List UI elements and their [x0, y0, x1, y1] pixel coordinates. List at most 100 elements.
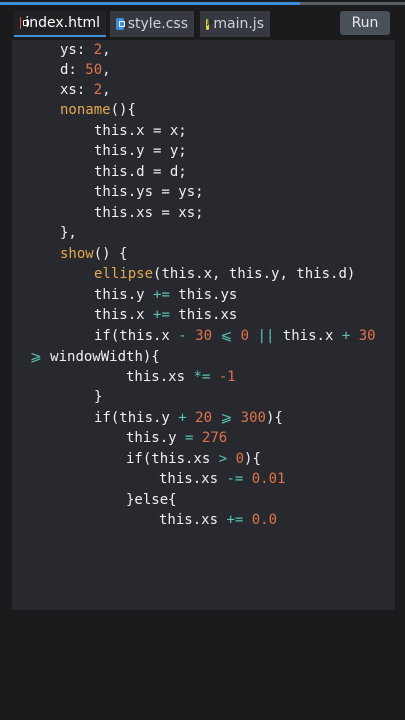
- code-line: this.y += this.ys: [94, 285, 237, 305]
- code-token: ||: [257, 328, 275, 344]
- code-line: ys: 2,: [60, 40, 111, 60]
- code-token: 20: [195, 410, 213, 426]
- code-token: }: [94, 389, 103, 405]
- code-token: 30: [358, 328, 376, 344]
- code-token: this.ys: [169, 287, 238, 303]
- tab-label: index.html: [25, 15, 100, 31]
- code-token: ,: [102, 82, 111, 98]
- code-token: (){: [110, 102, 136, 118]
- code-line: this.x += this.xs: [94, 305, 237, 325]
- code-line: this.xs *= -1: [126, 367, 236, 387]
- tab-main-js[interactable]: main.js: [200, 11, 270, 37]
- code-token: +=: [226, 512, 244, 528]
- code-token: this.y = y;: [94, 143, 187, 159]
- code-token: +: [341, 328, 351, 344]
- code-token: ,: [102, 62, 111, 78]
- code-token: 2: [93, 42, 103, 58]
- code-token: this.x: [94, 307, 154, 323]
- tab-label: style.css: [127, 16, 188, 32]
- code-token: this.x: [274, 328, 342, 344]
- code-token: +: [178, 410, 187, 426]
- code-line: },: [60, 223, 77, 243]
- code-token: ⩾: [220, 410, 233, 426]
- code-line: ellipse(this.x, this.y, this.d): [94, 264, 355, 284]
- code-token: 30: [195, 328, 213, 344]
- code-token: 300: [240, 410, 266, 426]
- code-token: ellipse: [94, 266, 154, 282]
- code-token: +=: [153, 307, 170, 323]
- tab-style-css[interactable]: style.css: [110, 11, 194, 37]
- code-line: this.xs = xs;: [94, 203, 204, 223]
- code-line: this.y = y;: [94, 141, 187, 161]
- code-token: show: [60, 246, 94, 262]
- code-token: this.xs: [159, 471, 227, 487]
- code-token: ys:: [60, 42, 94, 58]
- code-line: noname(){: [60, 100, 136, 120]
- code-line: if(this.y + 20 ⩾ 300){: [94, 408, 283, 428]
- code-token: *=: [193, 369, 211, 385]
- code-line: if(this.xs > 0){: [126, 449, 261, 469]
- code-token: 50: [85, 62, 103, 78]
- html-file-icon: [20, 17, 33, 29]
- code-token: -1: [218, 369, 236, 385]
- code-line: this.y = 276: [126, 428, 227, 448]
- code-line: this.ys = ys;: [94, 182, 204, 202]
- code-token: this.xs = xs;: [94, 205, 204, 221]
- code-token: 0.01: [251, 471, 286, 487]
- code-token: if(this.xs: [126, 451, 219, 467]
- code-token: this.y: [126, 430, 186, 446]
- code-line: show() {: [60, 244, 127, 264]
- code-content: ys: 2, d: 50, xs: 2, noname(){ this.x = …: [12, 40, 376, 528]
- tab-label: main.js: [213, 16, 264, 32]
- code-line: xs: 2,: [60, 80, 111, 100]
- code-token: 0: [235, 451, 245, 467]
- code-token: ){: [244, 451, 261, 467]
- code-token: windowWidth){: [41, 349, 160, 365]
- load-progress-bar: [0, 2, 300, 5]
- code-token: (this.x, this.y, this.d): [153, 266, 356, 282]
- code-token: 276: [201, 430, 228, 446]
- css-file-icon: [116, 18, 125, 30]
- code-token: this.xs: [169, 307, 238, 323]
- code-token: -: [178, 328, 187, 344]
- code-line: this.x = x;: [94, 121, 187, 141]
- code-token: ⩽: [220, 328, 233, 344]
- code-token: () {: [93, 246, 128, 262]
- code-line: ⩾ windowWidth){: [30, 347, 160, 367]
- code-token: noname: [60, 102, 111, 118]
- code-token: 0: [240, 328, 250, 344]
- code-line: if(this.x - 30 ⩽ 0 || this.x + 30: [94, 326, 376, 346]
- tab-index-html[interactable]: index.html: [14, 11, 106, 37]
- code-token: this.x = x;: [94, 123, 187, 139]
- code-token: >: [218, 451, 228, 467]
- code-token: d:: [60, 62, 86, 78]
- code-token: 2: [93, 82, 103, 98]
- code-line: this.xs += 0.0: [159, 510, 277, 530]
- code-token: +=: [153, 287, 170, 303]
- code-token: if(this.x: [94, 328, 179, 344]
- code-line: }: [94, 387, 102, 407]
- code-token: ⩾: [30, 349, 42, 365]
- code-token: }else{: [126, 492, 177, 508]
- run-button[interactable]: Run: [340, 11, 390, 35]
- code-token: this.d = d;: [94, 164, 187, 180]
- code-token: this.xs: [126, 369, 194, 385]
- load-progress-track: [300, 2, 405, 5]
- code-editor[interactable]: ys: 2, d: 50, xs: 2, noname(){ this.x = …: [12, 40, 395, 610]
- code-line: this.d = d;: [94, 162, 187, 182]
- code-token: -=: [226, 471, 244, 487]
- code-token: this.xs: [159, 512, 227, 528]
- js-file-icon: [206, 18, 215, 30]
- code-token: 0.0: [251, 512, 278, 528]
